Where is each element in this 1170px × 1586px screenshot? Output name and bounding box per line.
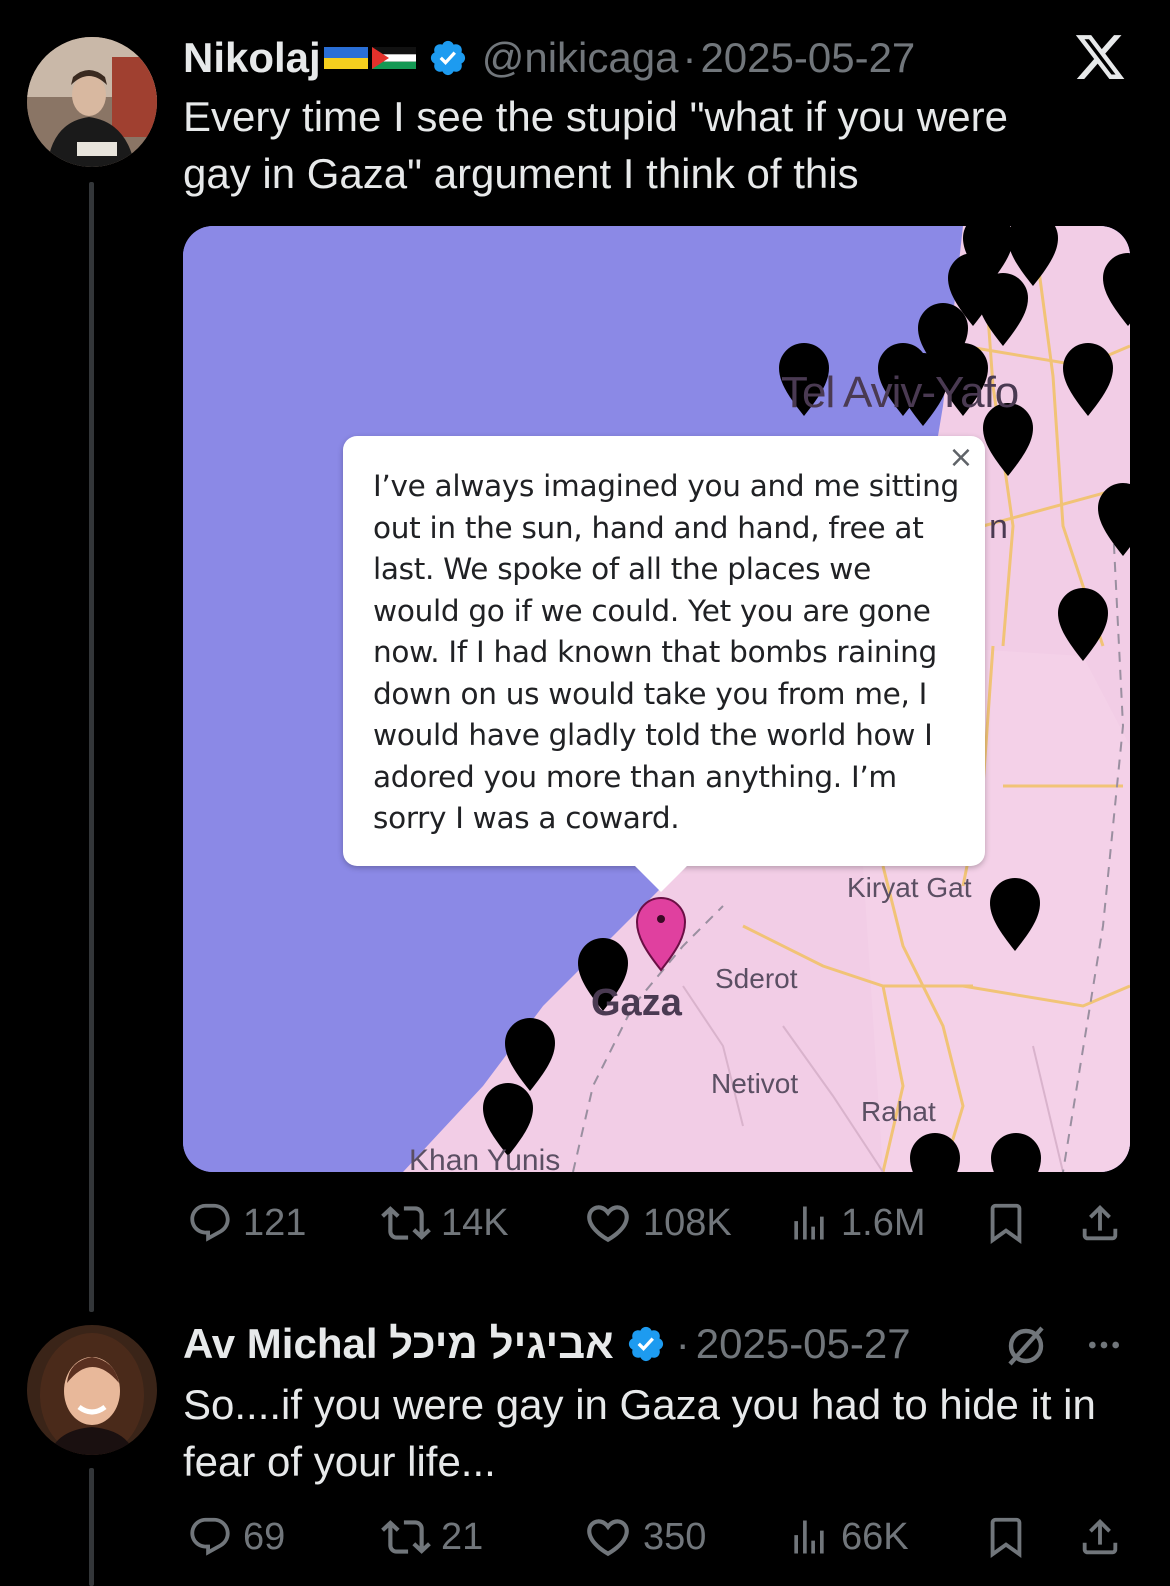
verified-badge-icon xyxy=(628,1326,663,1362)
reply-count: 69 xyxy=(243,1515,286,1558)
reply-button[interactable]: 69 xyxy=(187,1512,285,1562)
separator-dot: · xyxy=(682,34,697,81)
separator-dot: · xyxy=(675,1320,690,1367)
map-popup: × I’ve always imagined you and me sittin… xyxy=(343,436,985,892)
avatar-av-michal[interactable] xyxy=(27,1325,157,1455)
avatar-av-michal-image xyxy=(27,1325,157,1455)
bookmark-icon xyxy=(990,1203,1022,1244)
map-pin[interactable] xyxy=(991,1133,1041,1172)
tweet-1-header: Nikolaj 🇺🇦🇵🇸 @nikicaga · 2025-05-27 xyxy=(183,32,915,84)
avatar-nikolaj[interactable] xyxy=(27,37,157,167)
bookmark-button[interactable] xyxy=(983,1198,1029,1248)
like-count: 108K xyxy=(643,1201,732,1244)
like-button[interactable]: 350 xyxy=(583,1512,706,1562)
views-icon xyxy=(794,1520,824,1554)
map-pin[interactable] xyxy=(978,273,1028,346)
x-logo-icon[interactable] xyxy=(1073,30,1127,84)
avatar-nikolaj-image xyxy=(27,37,157,167)
map-pin[interactable] xyxy=(1063,343,1113,416)
bookmark-icon xyxy=(990,1517,1022,1558)
share-button[interactable] xyxy=(1077,1512,1123,1562)
more-icon[interactable] xyxy=(1082,1325,1126,1365)
map-label-rahat: Rahat xyxy=(861,1096,936,1127)
heart-icon xyxy=(587,1205,629,1243)
map-label-tel-aviv: Tel Aviv-Yafo xyxy=(781,368,1019,417)
reply-icon xyxy=(190,1517,230,1556)
like-button[interactable]: 108K xyxy=(583,1198,732,1248)
map-pin[interactable] xyxy=(1058,588,1108,661)
author-handle[interactable]: @nikicaga xyxy=(482,34,679,82)
repost-button[interactable]: 14K xyxy=(381,1198,509,1248)
map-label-sderot: Sderot xyxy=(715,963,798,994)
reply-count: 121 xyxy=(243,1201,307,1244)
views-button[interactable]: 66K xyxy=(787,1512,909,1562)
tweet-2-actions: 69 21 350 66K xyxy=(183,1512,1133,1562)
reply-icon xyxy=(190,1203,230,1242)
views-count: 66K xyxy=(841,1515,909,1558)
map-pin[interactable] xyxy=(1103,253,1130,326)
bookmark-button[interactable] xyxy=(983,1512,1029,1562)
tweet-2-header: Av Michal אביגיל מיכל · 2025-05-27 xyxy=(183,1318,911,1370)
share-icon xyxy=(1082,1518,1118,1555)
like-count: 350 xyxy=(643,1515,707,1558)
popup-message: I’ve always imagined you and me sitting … xyxy=(373,469,959,835)
views-button[interactable]: 1.6M xyxy=(787,1198,925,1248)
share-button[interactable] xyxy=(1077,1198,1123,1248)
map-pin[interactable] xyxy=(505,1018,555,1091)
map-pin[interactable] xyxy=(990,878,1040,951)
highlighted-map-pin[interactable] xyxy=(635,897,687,972)
map-label-netivot: Netivot xyxy=(711,1068,799,1099)
tweet-media-map[interactable]: Tel Aviv-Yafo n Kiryat Gat Sderot Gaza N… xyxy=(183,226,1130,1172)
reply-button[interactable]: 121 xyxy=(187,1198,306,1248)
thread-line-lower xyxy=(89,1468,94,1586)
map-label-kiryat-gat: Kiryat Gat xyxy=(847,872,972,903)
views-icon xyxy=(794,1206,824,1240)
popup-tail xyxy=(633,864,689,892)
palestine-flag-icon xyxy=(371,47,416,69)
map-pin[interactable] xyxy=(910,1133,960,1172)
views-count: 1.6M xyxy=(841,1201,926,1244)
heart-icon xyxy=(587,1519,629,1557)
map-label-partial: n xyxy=(989,508,1008,546)
repost-icon xyxy=(381,1206,431,1240)
thread-line xyxy=(89,182,94,1312)
repost-button[interactable]: 21 xyxy=(381,1512,483,1562)
repost-count: 21 xyxy=(441,1515,484,1558)
repost-icon xyxy=(381,1520,431,1554)
share-icon xyxy=(1082,1204,1118,1241)
repost-count: 14K xyxy=(441,1201,509,1244)
tweet-date[interactable]: 2025-05-27 xyxy=(700,34,915,82)
author-name[interactable]: Av Michal אביגיל מיכל xyxy=(183,1320,614,1368)
map-label-gaza: Gaza xyxy=(591,982,682,1024)
grok-icon[interactable] xyxy=(1002,1322,1050,1370)
verified-badge-icon xyxy=(430,40,465,76)
tweet-1-actions: 121 14K 108K 1.6M xyxy=(183,1198,1133,1248)
tweet-1-text: Every time I see the stupid "what if you… xyxy=(183,93,1008,197)
map-label-khan-yunis: Khan Yunis xyxy=(409,1144,561,1172)
author-name[interactable]: Nikolaj xyxy=(183,34,321,82)
tweet-date[interactable]: 2025-05-27 xyxy=(696,1320,911,1368)
ukraine-flag-icon xyxy=(323,47,368,69)
map-pin[interactable] xyxy=(1098,483,1130,556)
tweet-2-text: So....if you were gay in Gaza you had to… xyxy=(183,1381,1096,1485)
